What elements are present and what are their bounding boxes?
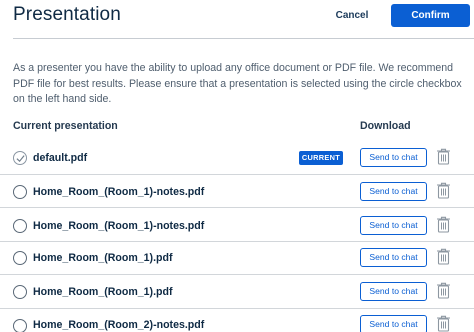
column-header-download: Download bbox=[360, 120, 411, 132]
trash-icon[interactable] bbox=[436, 282, 451, 299]
trash-icon[interactable] bbox=[436, 182, 451, 199]
select-radio[interactable] bbox=[13, 185, 27, 199]
select-radio[interactable] bbox=[13, 151, 27, 165]
column-header-current-presentation: Current presentation bbox=[13, 120, 118, 132]
current-badge: CURRENT bbox=[299, 151, 343, 165]
select-radio[interactable] bbox=[13, 285, 27, 299]
presentation-row: Home_Room_(Room_2)-notes.pdf Send to cha… bbox=[0, 309, 474, 332]
modal-title: Presentation bbox=[13, 4, 121, 25]
trash-icon[interactable] bbox=[436, 216, 451, 233]
send-to-chat-button[interactable]: Send to chat bbox=[360, 315, 427, 332]
send-to-chat-button[interactable]: Send to chat bbox=[360, 282, 427, 301]
select-radio[interactable] bbox=[13, 219, 27, 233]
cancel-button[interactable]: Cancel bbox=[330, 5, 374, 27]
send-to-chat-button[interactable]: Send to chat bbox=[360, 216, 427, 235]
send-to-chat-button[interactable]: Send to chat bbox=[360, 248, 427, 267]
file-name: Home_Room_(Room_1).pdf bbox=[33, 252, 173, 264]
file-name: Home_Room_(Room_1)-notes.pdf bbox=[33, 186, 205, 198]
select-radio[interactable] bbox=[13, 251, 27, 265]
send-to-chat-button[interactable]: Send to chat bbox=[360, 182, 427, 201]
presentation-row: Home_Room_(Room_1).pdf Send to chat bbox=[0, 242, 474, 276]
file-name: default.pdf bbox=[33, 152, 88, 164]
file-name: Home_Room_(Room_1).pdf bbox=[33, 286, 173, 298]
presentation-row: Home_Room_(Room_1)-notes.pdf Send to cha… bbox=[0, 175, 474, 209]
trash-icon[interactable] bbox=[436, 315, 451, 332]
modal-header: Presentation Cancel Confirm bbox=[0, 0, 474, 34]
upload-description: As a presenter you have the ability to u… bbox=[13, 62, 462, 105]
presentation-row: Home_Room_(Room_1).pdf Send to chat bbox=[0, 275, 474, 309]
select-radio[interactable] bbox=[13, 319, 27, 332]
confirm-button[interactable]: Confirm bbox=[391, 4, 470, 27]
presentation-row: Home_Room_(Room_1)-notes.pdf Send to cha… bbox=[0, 208, 474, 242]
presentation-row: default.pdf CURRENT Send to chat bbox=[0, 141, 474, 175]
trash-icon[interactable] bbox=[436, 148, 451, 165]
header-divider bbox=[13, 38, 474, 39]
trash-icon[interactable] bbox=[436, 248, 451, 265]
file-name: Home_Room_(Room_2)-notes.pdf bbox=[33, 319, 205, 331]
file-name: Home_Room_(Room_1)-notes.pdf bbox=[33, 220, 205, 232]
check-icon bbox=[16, 155, 25, 163]
send-to-chat-button[interactable]: Send to chat bbox=[360, 148, 427, 167]
